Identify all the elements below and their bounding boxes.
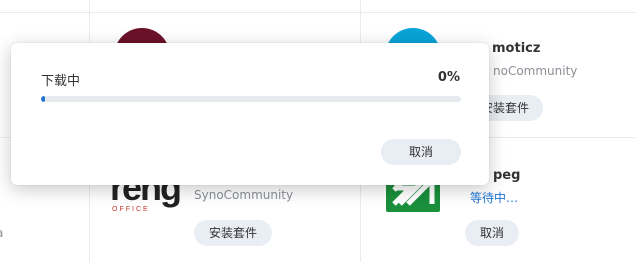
package-publisher: noCommunity: [493, 64, 578, 78]
progress-fill: [41, 96, 46, 102]
download-percent: 0%: [437, 70, 460, 85]
package-title: moticz: [492, 41, 541, 56]
progress-bar: [41, 96, 461, 102]
grid-divider: [0, 12, 636, 13]
download-dialog: 下载中 0% 取消: [11, 43, 489, 185]
install-package-button[interactable]: 安装套件: [194, 220, 272, 246]
package-status: 等待中…: [470, 191, 519, 205]
download-label: 下载中: [41, 74, 81, 89]
cancel-button[interactable]: 取消: [381, 139, 461, 165]
cancel-install-button[interactable]: 取消: [465, 220, 519, 246]
left-edge-fragment: a: [0, 226, 3, 240]
package-publisher: SynoCommunity: [194, 188, 294, 202]
package-title: peg: [493, 168, 521, 183]
